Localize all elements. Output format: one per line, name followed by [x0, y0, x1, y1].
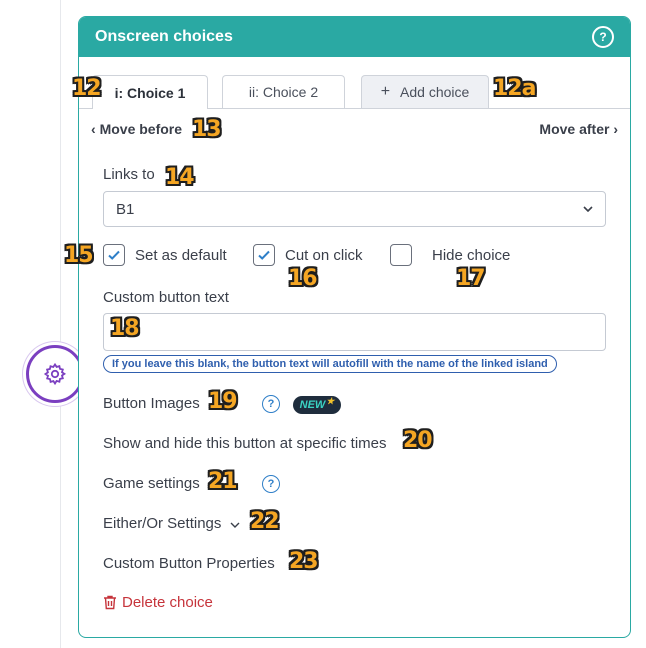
either-or-settings-toggle[interactable]: Either/Or Settings — [103, 515, 240, 532]
links-to-label: Links to — [103, 166, 155, 183]
set-as-default-checkbox[interactable]: Set as default — [103, 244, 227, 266]
chevron-down-icon — [230, 522, 240, 528]
chevron-down-icon — [583, 206, 593, 212]
move-before-label: Move before — [99, 121, 183, 137]
help-icon[interactable]: ? — [592, 26, 614, 48]
callout-18: 18 — [110, 316, 140, 341]
new-badge-label: NEW — [299, 399, 326, 411]
callout-23: 23 — [289, 549, 319, 574]
choice-tabs: i: Choice 1 ii: Choice 2 + Add choice — [79, 75, 630, 109]
delete-choice-label: Delete choice — [122, 594, 213, 611]
callout-22: 22 — [250, 509, 280, 534]
panel-title: Onscreen choices — [95, 28, 233, 45]
callout-17: 17 — [456, 266, 486, 291]
custom-button-text-label: Custom button text — [103, 289, 229, 306]
checkbox-box — [103, 244, 125, 266]
callout-16: 16 — [288, 266, 318, 291]
chevron-left-icon: ‹ — [91, 121, 100, 137]
left-rail — [0, 0, 61, 648]
checkbox-label: Hide choice — [432, 246, 511, 264]
tab-label: ii: Choice 2 — [248, 84, 319, 100]
checkbox-box — [253, 244, 275, 266]
callout-15: 15 — [64, 243, 94, 268]
check-icon — [108, 250, 120, 260]
links-to-select[interactable]: B1 — [103, 191, 606, 227]
cut-on-click-checkbox[interactable]: Cut on click — [253, 244, 363, 266]
callout-14: 14 — [165, 165, 195, 190]
links-to-value: B1 — [116, 200, 135, 218]
new-badge: NEW ★ — [293, 396, 341, 414]
button-images-help-icon[interactable]: ? — [262, 395, 280, 413]
chevron-right-icon: › — [609, 121, 618, 137]
gear-icon — [43, 362, 67, 386]
custom-button-text-input[interactable] — [103, 313, 606, 351]
callout-12: 12 — [72, 76, 102, 101]
callout-19: 19 — [208, 389, 238, 414]
either-or-label: Either/Or Settings — [103, 515, 222, 532]
callout-20: 20 — [403, 428, 433, 453]
tab-label: Add choice — [400, 84, 470, 100]
show-hide-times-toggle[interactable]: Show and hide this button at specific ti… — [103, 435, 387, 452]
tab-label: i: Choice 1 — [114, 84, 186, 101]
trash-icon — [104, 595, 116, 610]
tab-choice-1[interactable]: i: Choice 1 — [92, 75, 208, 109]
move-after-label: Move after — [539, 121, 610, 137]
plus-icon: + — [380, 83, 391, 100]
tab-choice-2[interactable]: ii: Choice 2 — [222, 75, 345, 108]
move-before-link[interactable]: ‹ Move before — [91, 121, 182, 137]
callout-21: 21 — [208, 469, 238, 494]
checkbox-row: Set as default Cut on click Hide choice — [103, 244, 583, 270]
hide-choice-checkbox[interactable]: Hide choice — [390, 244, 510, 266]
panel-header: Onscreen choices ? — [79, 17, 630, 57]
check-icon — [258, 250, 270, 260]
custom-button-properties-toggle[interactable]: Custom Button Properties — [103, 555, 275, 572]
checkbox-box — [390, 244, 412, 266]
game-settings-help-icon[interactable]: ? — [262, 475, 280, 493]
checkbox-label: Cut on click — [285, 246, 363, 264]
game-settings-toggle[interactable]: Game settings — [103, 475, 200, 492]
checkbox-label: Set as default — [135, 246, 227, 264]
onscreen-choices-panel: Onscreen choices ? i: Choice 1 ii: Choic… — [78, 16, 631, 638]
callout-12a: 12a — [493, 76, 536, 101]
delete-choice-button[interactable]: Delete choice — [103, 594, 213, 611]
move-after-link[interactable]: Move after › — [539, 121, 618, 137]
add-choice-tab[interactable]: + Add choice — [361, 75, 489, 108]
custom-text-hint: If you leave this blank, the button text… — [103, 355, 557, 373]
sparkle-icon: ★ — [326, 395, 335, 406]
settings-button[interactable] — [26, 345, 84, 403]
callout-13: 13 — [192, 117, 222, 142]
move-row: ‹ Move before Move after › — [91, 121, 618, 141]
button-images-toggle[interactable]: Button Images — [103, 395, 200, 412]
